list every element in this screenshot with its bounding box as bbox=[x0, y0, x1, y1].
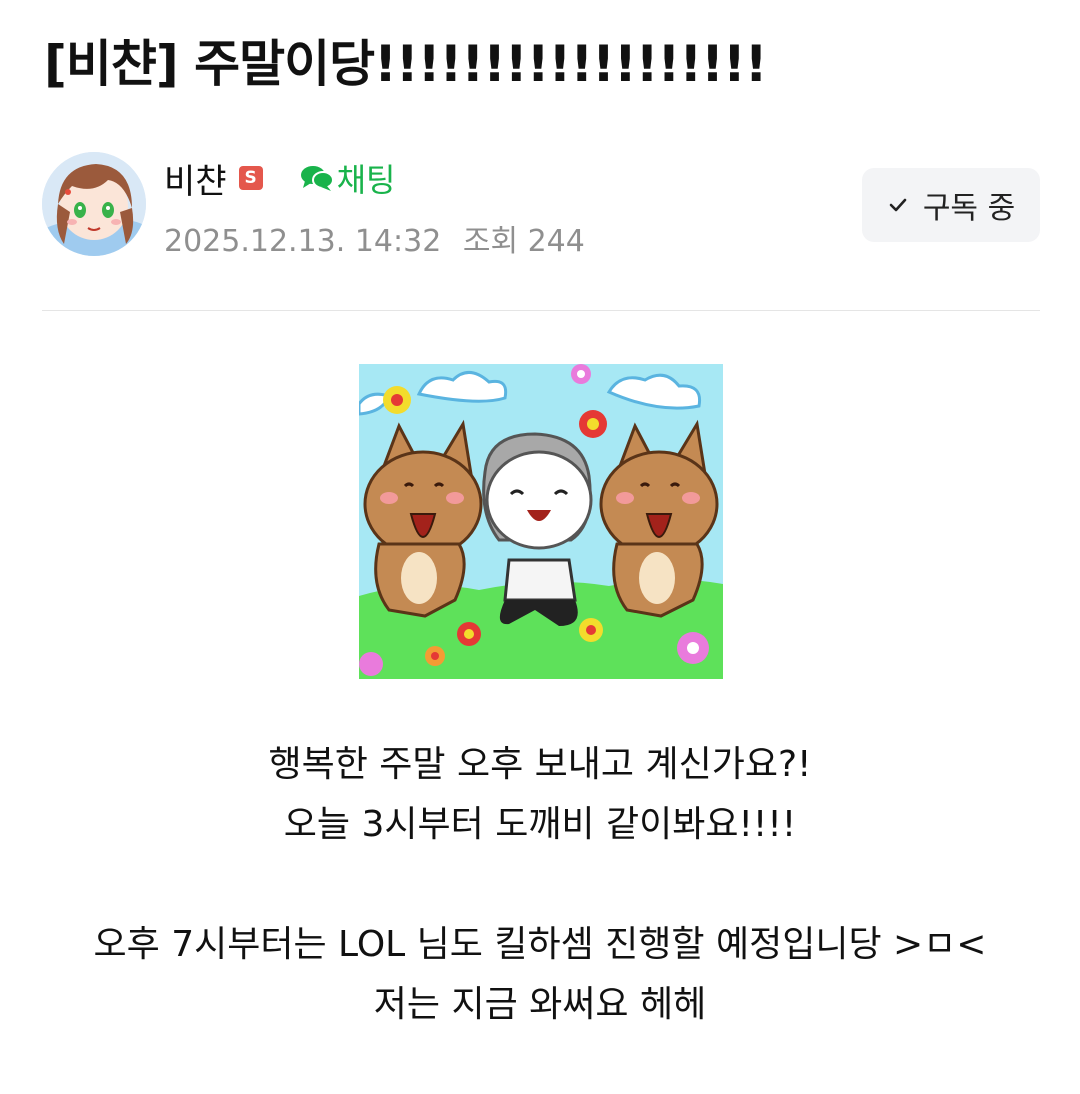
post-illustration bbox=[359, 364, 723, 679]
check-icon bbox=[889, 198, 907, 212]
body-line-blank bbox=[0, 855, 1080, 915]
post-date: 2025.12.13. 14:32 bbox=[164, 224, 442, 259]
post-meta: 2025.12.13. 14:32 조회 244 bbox=[164, 216, 597, 260]
view-count: 조회 244 bbox=[462, 224, 585, 259]
subscribe-button[interactable]: 구독 중 bbox=[862, 168, 1040, 242]
body-line: 행복한 주말 오후 보내고 계신가요?! bbox=[268, 744, 812, 785]
staff-badge: S bbox=[238, 166, 263, 190]
avatar-illustration bbox=[42, 152, 146, 256]
chat-link[interactable]: 채팅 bbox=[299, 155, 396, 201]
author-info: 비챤 S 채팅 2025.12.13. 14:32 조회 244 bbox=[164, 154, 597, 260]
body-line: 오늘 3시부터 도깨비 같이봐요!!!! bbox=[283, 804, 797, 845]
chat-label: 채팅 bbox=[336, 161, 396, 199]
author-name[interactable]: 비챤 bbox=[164, 154, 227, 203]
author-avatar[interactable] bbox=[42, 152, 146, 256]
author-row: 비챤 S 채팅 2025.12.13. 14:32 조회 244 구독 중 bbox=[42, 152, 1040, 262]
subscribe-label: 구독 중 bbox=[922, 191, 1016, 226]
post-image[interactable] bbox=[359, 364, 723, 679]
body-line: 저는 지금 와써요 헤헤 bbox=[373, 984, 707, 1025]
author-name-line: 비챤 S 채팅 bbox=[164, 154, 597, 202]
body-line: 오후 7시부터는 LOL 님도 킬하셈 진행할 예정입니당 >ㅁ< bbox=[93, 924, 987, 965]
post-title: [비챤] 주말이당!!!!!!!!!!!!!!!!!! bbox=[44, 35, 768, 93]
chat-bubble-icon bbox=[300, 166, 334, 191]
post-body: 행복한 주말 오후 보내고 계신가요?! 오늘 3시부터 도깨비 같이봐요!!!… bbox=[0, 735, 1080, 1035]
header-divider bbox=[42, 310, 1040, 311]
